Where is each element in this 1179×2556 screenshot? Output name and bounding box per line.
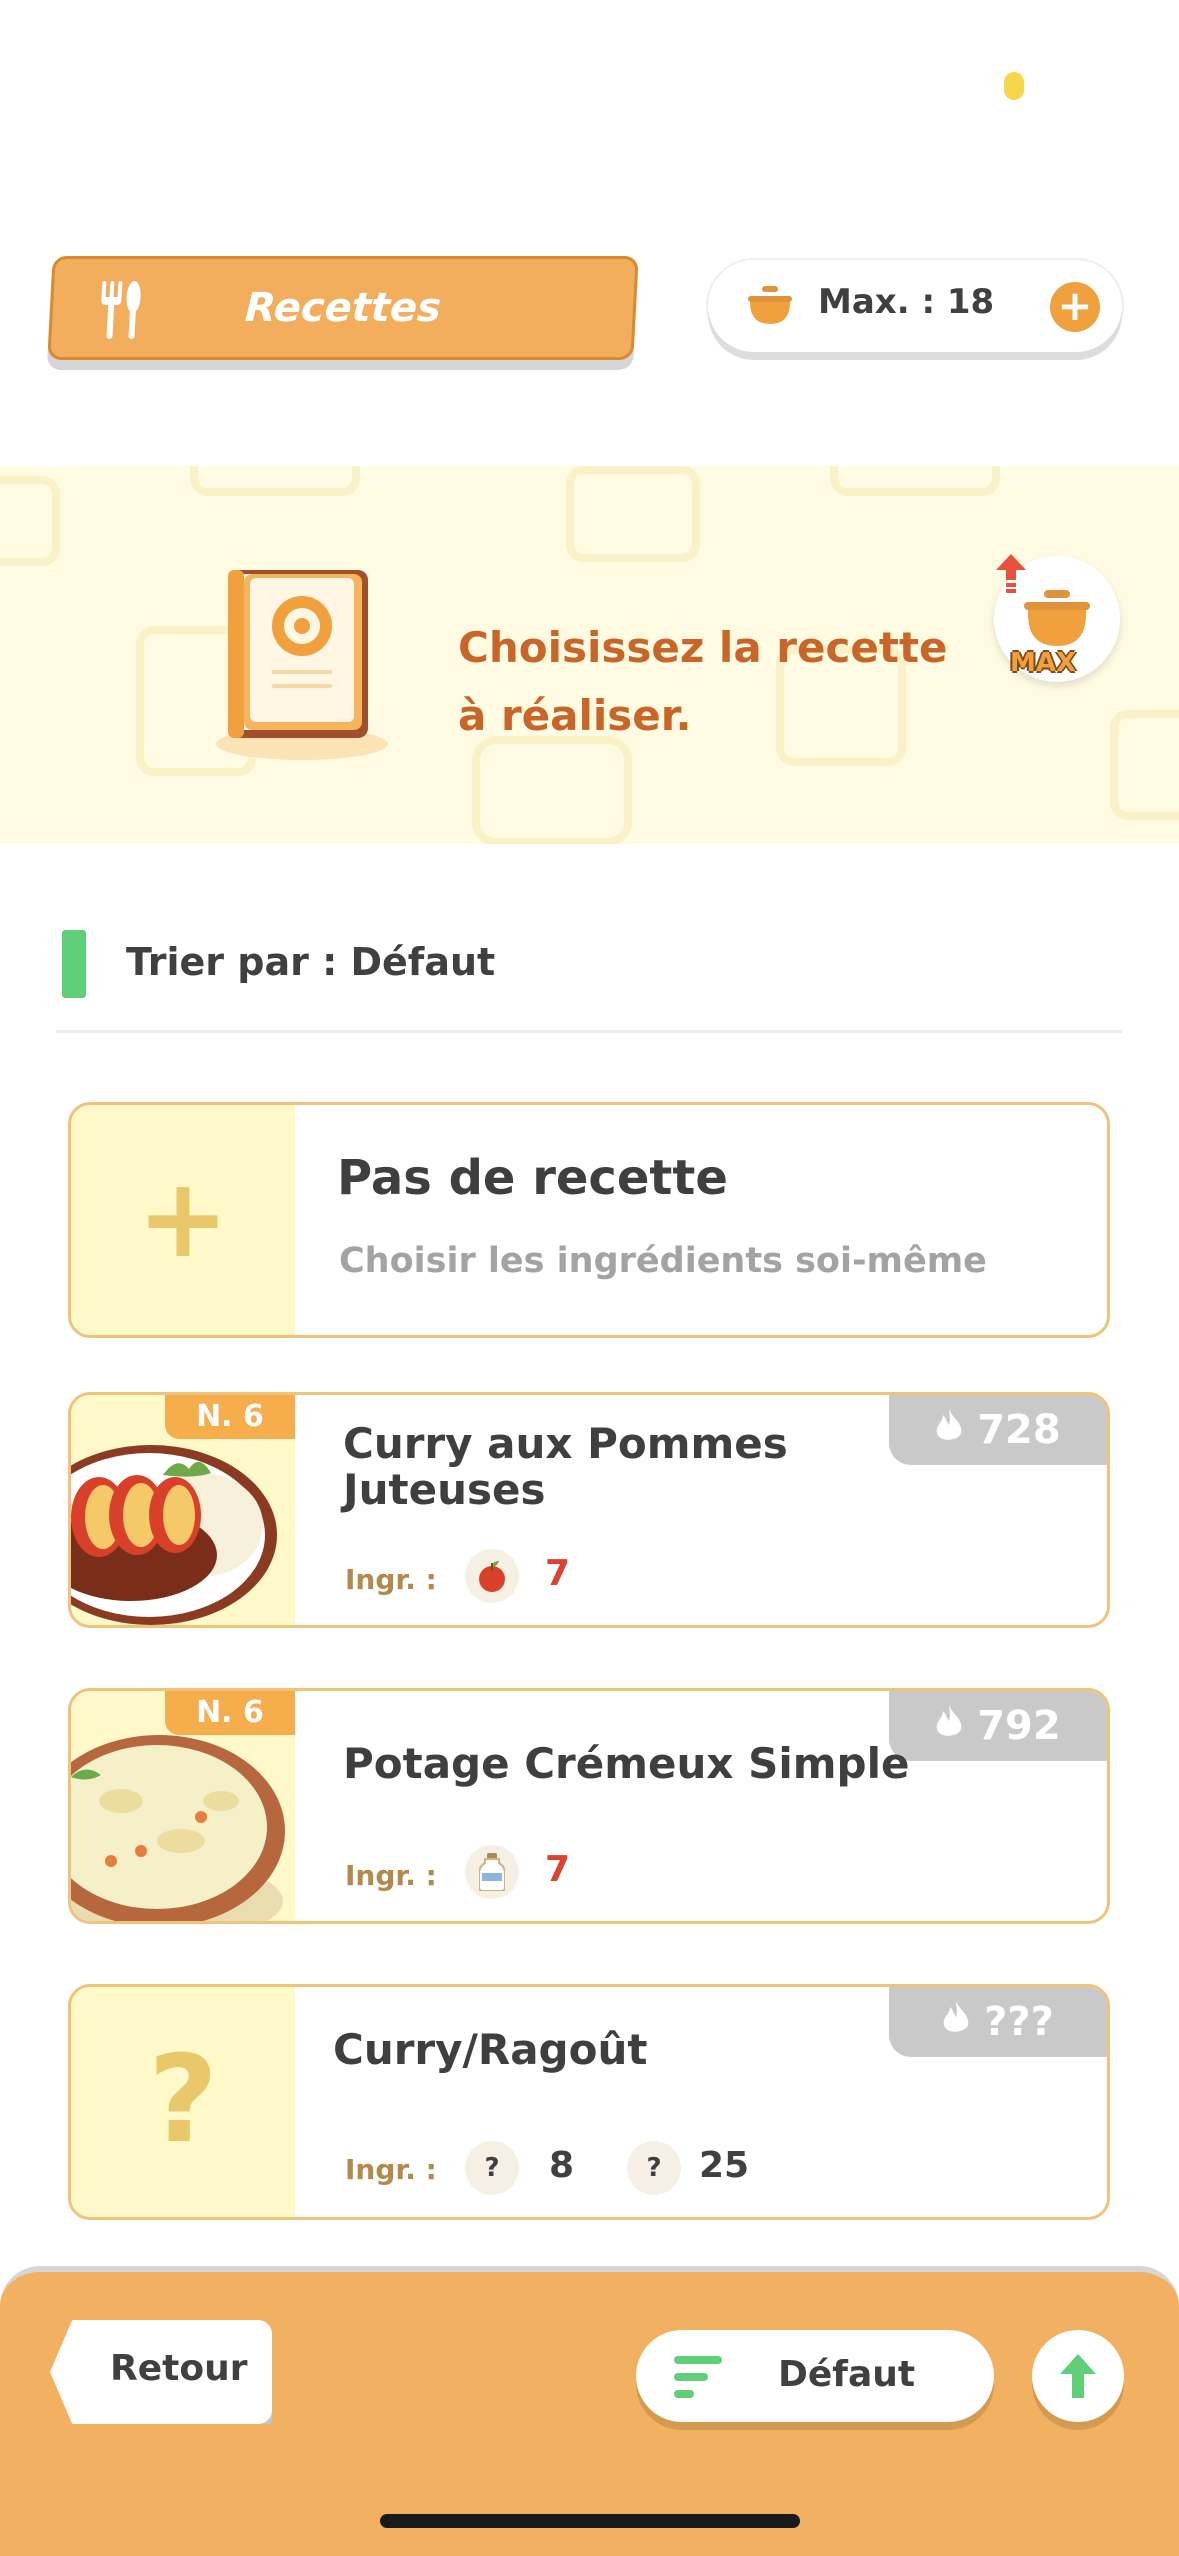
milk-bottle-icon [465,1845,519,1899]
instruction-line-1: Choisissez la recette [458,623,948,672]
background-decoration [472,736,632,844]
sort-label: Trier par : Défaut [126,940,496,984]
background-decoration [190,466,360,496]
unknown-recipe-icon: ? [148,2031,218,2170]
instruction-line-2: à réaliser. [458,691,692,740]
flame-icon [935,1703,977,1749]
energy-value: 728 [977,1407,1061,1453]
recipe-card-no-recipe[interactable]: + Pas de recette Choisir les ingrédients… [68,1102,1110,1338]
back-button[interactable]: Retour [50,2320,272,2424]
divider [56,1030,1122,1033]
instruction-banner: Choisissez la recette à réaliser. MAX [0,466,1179,844]
recipe-title-line-1: Curry aux Pommes [343,1419,788,1468]
cooking-pot-icon [748,286,792,330]
plus-icon: + [136,1154,230,1282]
ingredients-label: Ingr. : [345,1859,437,1892]
arrow-up-icon [1060,2354,1096,2398]
energy-badge: ??? [889,1987,1107,2057]
background-decoration [566,466,700,562]
background-decoration [0,476,60,566]
instruction-message: Choisissez la recette à réaliser. [458,614,948,750]
flame-icon [942,1999,984,2045]
recipes-tab-button[interactable]: Recettes [47,256,639,360]
apple-icon [465,1549,519,1603]
max-badge: MAX [1010,648,1077,678]
recipe-card[interactable]: ? ??? Curry/Ragoût Ingr. : ? 8 ? 25 [68,1984,1110,2220]
sort-icon [674,2356,724,2402]
dex-number-badge: N. 6 [165,1691,295,1735]
recipe-title-line-2: Juteuses [343,1465,546,1514]
status-indicator [1004,72,1024,100]
card-thumbnail: + [71,1105,295,1335]
dex-number-badge: N. 6 [165,1395,295,1439]
energy-value: 792 [977,1703,1061,1749]
recipe-title: Pas de recette [337,1150,728,1206]
unknown-ingredient-icon: ? [627,2141,681,2195]
scroll-to-top-button[interactable] [1032,2330,1124,2422]
recipe-subtitle: Choisir les ingrédients soi-même [339,1241,987,1281]
recipe-book-icon [214,566,390,766]
ingredient-quantity: 7 [545,1849,571,1890]
ingredient-quantity: 7 [545,1553,571,1594]
sort-button-label: Défaut [778,2354,916,2395]
increase-capacity-button[interactable]: + [1050,282,1100,332]
recipe-title: Curry/Ragoût [333,2025,648,2074]
ingredients-label: Ingr. : [345,1563,437,1596]
max-capacity-label: Max. : 18 [818,282,995,322]
flame-icon [935,1407,977,1453]
upgrade-arrow-icon [996,554,1026,598]
background-decoration [1110,710,1179,820]
recipe-title: Curry aux Pommes Juteuses [343,1421,788,1513]
card-thumbnail: ? [71,1987,295,2217]
energy-badge: 792 [889,1691,1107,1761]
ingredient-quantity: 8 [549,2145,575,2186]
sort-indicator [62,930,86,998]
sort-button[interactable]: Défaut [636,2330,994,2422]
recipe-title: Potage Crémeux Simple [343,1739,910,1788]
energy-value: ??? [984,1999,1054,2045]
ingredients-label: Ingr. : [345,2153,437,2186]
energy-badge: 728 [889,1395,1107,1465]
recipes-label: Recettes [243,285,443,331]
home-indicator [380,2514,800,2528]
background-decoration [830,466,1000,496]
pot-capacity-pill: Max. : 18 + [708,260,1122,352]
back-label: Retour [110,2348,248,2389]
recipe-card[interactable]: N. 6 792 Potage Crémeux Simple Ingr. : 7 [68,1688,1110,1924]
ingredient-quantity: 25 [699,2145,750,2186]
recipe-card[interactable]: N. 6 728 Curry aux Pommes Juteuses Ingr.… [68,1392,1110,1628]
unknown-ingredient-icon: ? [465,2141,519,2195]
